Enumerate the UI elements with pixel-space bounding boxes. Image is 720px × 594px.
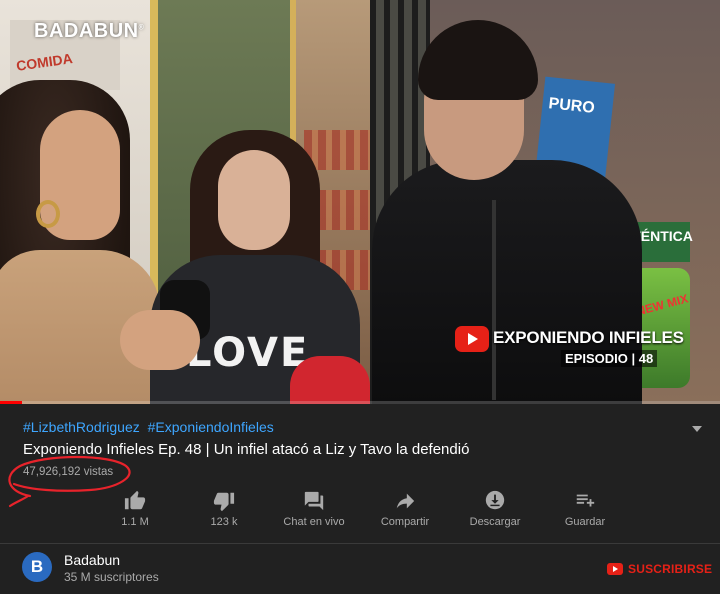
hashtag-link[interactable]: #ExponiendoInfieles xyxy=(148,419,274,435)
video-title[interactable]: Exponiendo Infieles Ep. 48 | Un infiel a… xyxy=(23,441,469,458)
expand-description-icon[interactable] xyxy=(692,426,702,432)
download-icon xyxy=(485,490,505,510)
dislike-button[interactable]: 123 k xyxy=(179,490,269,530)
live-chat-button[interactable]: Chat en vivo xyxy=(269,490,359,530)
channel-avatar[interactable]: B xyxy=(22,552,52,582)
share-label: Compartir xyxy=(380,516,430,528)
progress-bar[interactable] xyxy=(0,401,720,404)
red-cloth xyxy=(290,356,370,404)
scene-shop-sign-text: COMIDA xyxy=(15,50,74,74)
thumbs-down-icon xyxy=(213,492,235,512)
person-left-earring xyxy=(36,200,60,228)
download-button[interactable]: Descargar xyxy=(450,490,540,530)
subscriber-count: 35 M suscriptores xyxy=(64,570,159,584)
live-chat-label: Chat en vivo xyxy=(283,516,345,528)
like-button[interactable]: 1.1 M xyxy=(90,490,180,530)
hashtag-link[interactable]: #LizbethRodriguez xyxy=(23,419,140,435)
trademark-mark: ® xyxy=(138,24,145,32)
dislike-count: 123 k xyxy=(210,516,238,528)
person-left-hand xyxy=(120,310,200,370)
scene-poster-text: PURO xyxy=(547,95,596,117)
episode-overlay: EXPONIENDO INFIELES EPISODIO | 48 xyxy=(455,326,684,372)
channel-name[interactable]: Badabun xyxy=(64,552,120,568)
subscribe-button[interactable]: SUSCRIBIRSE xyxy=(607,560,712,578)
like-count: 1.1 M xyxy=(121,516,149,528)
share-icon xyxy=(396,493,415,509)
download-label: Descargar xyxy=(469,516,521,528)
progress-bar-fill xyxy=(0,401,22,404)
subscribe-label: SUSCRIBIRSE xyxy=(628,561,713,576)
person-middle-face xyxy=(218,150,290,250)
view-count: 47,926,192 vistas xyxy=(23,466,114,478)
video-player[interactable]: COMIDA PURO AUTÉNTICA NEW MIX LOVE BADAB… xyxy=(0,0,720,404)
scene-bottle-text: NEW MIX xyxy=(635,291,690,319)
hashtags: #LizbethRodriguez #ExponiendoInfieles xyxy=(23,419,278,435)
thumbs-up-icon xyxy=(124,490,146,510)
youtube-logo-icon xyxy=(607,562,623,575)
share-button[interactable]: Compartir xyxy=(360,490,450,530)
overlay-episode: EPISODIO | 48 xyxy=(561,350,658,367)
playlist-add-icon xyxy=(576,494,595,507)
chat-icon xyxy=(304,491,324,511)
divider xyxy=(0,543,720,544)
save-button[interactable]: Guardar xyxy=(540,490,630,530)
overlay-title: EXPONIENDO INFIELES xyxy=(493,328,684,347)
brand-logo: BADABUN® xyxy=(34,20,144,43)
save-label: Guardar xyxy=(564,516,606,528)
youtube-logo-icon xyxy=(455,326,489,352)
action-bar: 1.1 M 123 k Chat en vivo Compartir Desca… xyxy=(100,490,620,530)
brand-logo-text: BADABUN xyxy=(34,20,139,42)
